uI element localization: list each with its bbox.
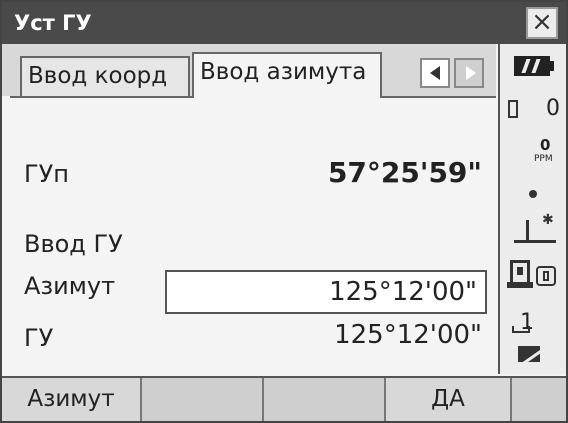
device-icon [507,258,558,294]
azimuth-softkey[interactable]: Азимут [2,378,142,421]
face-icon [512,326,530,333]
arrow-left-icon [430,66,440,80]
softkey-5[interactable] [512,378,566,421]
tab-azimuth-input[interactable]: Ввод азимута [192,52,382,98]
status-count: 0 [546,96,560,121]
section-label: Ввод ГУ [24,230,123,258]
arrow-right-icon [466,66,476,80]
battery-icon [514,56,550,76]
gup-value: 57°25'59" [327,156,482,189]
memory-icon [508,100,518,118]
close-button[interactable]: × [526,7,558,39]
edit-icon [514,344,544,370]
ok-softkey[interactable]: ДА [386,378,512,421]
azimuth-input[interactable]: 125°12'00" [165,270,487,314]
ppm-unit: PPM [534,154,553,164]
window-title: Уст ГУ [14,11,92,35]
dot-icon [529,190,537,198]
gup-label: ГУп [24,160,69,188]
prism-icon: ✱ [514,212,556,248]
page-next-button[interactable] [454,58,484,88]
page-prev-button[interactable] [420,58,450,88]
gu-label: ГУ [24,324,54,352]
battery-tip [550,61,554,71]
ppm-value: 0 [540,136,551,154]
softkey-3[interactable] [264,378,386,421]
status-panel: 0 0 PPM ✱ 1 [498,44,566,374]
softkey-bar: Азимут ДА [2,376,566,421]
screen: Уст ГУ × Ввод коорд Ввод азимута ГУп 57°… [0,0,568,423]
softkey-2[interactable] [142,378,264,421]
title-bar: Уст ГУ × [2,2,566,44]
gu-value: 125°12'00" [334,320,482,350]
azimuth-label: Азимут [24,272,116,300]
tab-row: Ввод коорд Ввод азимута [2,44,496,98]
tab-coordinate-input[interactable]: Ввод коорд [20,56,190,96]
